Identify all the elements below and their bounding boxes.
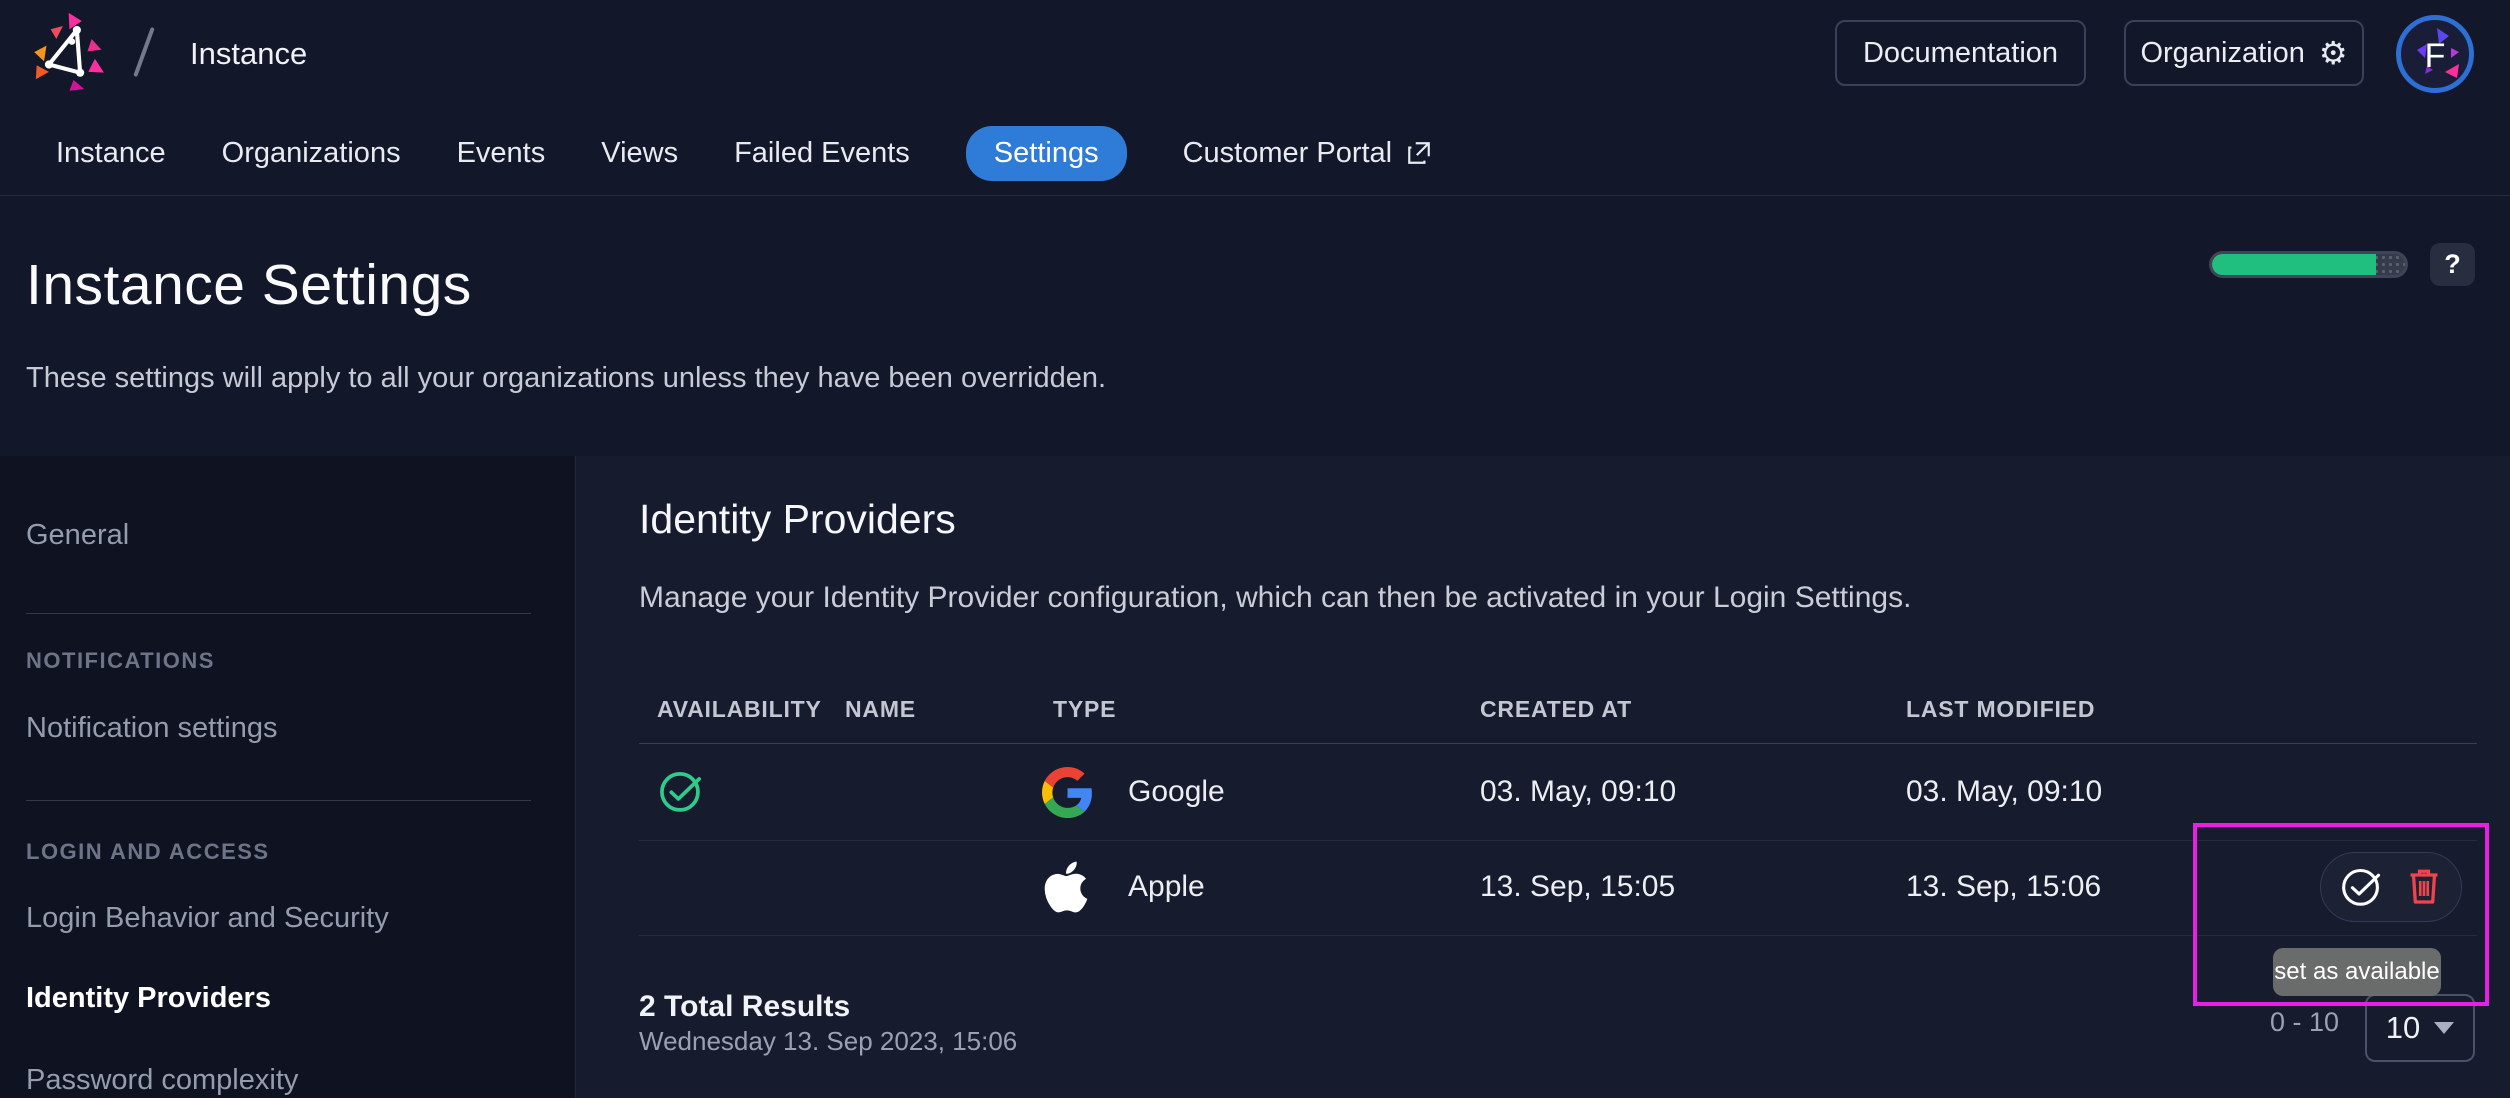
sidebar-divider <box>26 800 531 801</box>
set-available-button[interactable] <box>2340 865 2384 909</box>
user-avatar[interactable]: F <box>2396 15 2474 93</box>
last-modified-cell: 03. May, 09:10 <box>1906 775 2103 808</box>
type-cell: Google <box>1128 775 1225 808</box>
tab-organizations[interactable]: Organizations <box>222 137 401 170</box>
col-created-at: CREATED AT <box>1480 696 1632 722</box>
last-modified-cell: 13. Sep, 15:06 <box>1906 870 2102 903</box>
tab-events[interactable]: Events <box>457 137 546 170</box>
zitadel-console: { "topbar": { "breadcrumb": "Instance", … <box>0 0 2510 1098</box>
created-at-cell: 03. May, 09:10 <box>1480 775 1677 808</box>
gear-icon: ⚙ <box>2318 34 2348 72</box>
help-button[interactable]: ? <box>2430 243 2475 286</box>
help-button-label: ? <box>2444 249 2461 279</box>
sidebar-item-general[interactable]: General <box>26 519 129 552</box>
table-row-google[interactable]: Google 03. May, 09:10 03. May, 09:10 <box>639 744 2477 840</box>
sidebar-item-login-behavior[interactable]: Login Behavior and Security <box>26 902 389 935</box>
tab-customer-portal-label: Customer Portal <box>1182 136 1393 169</box>
quota-progress-bar <box>2209 251 2408 278</box>
delete-icon <box>2410 869 2438 904</box>
col-type: TYPE <box>1053 696 1117 722</box>
tab-instance[interactable]: Instance <box>56 137 166 170</box>
dropdown-caret-icon <box>2434 1022 2455 1034</box>
sidebar-group-login-and-access: LOGIN AND ACCESS <box>26 839 270 864</box>
breadcrumb: Instance <box>190 36 308 71</box>
nav-tabs: Instance Organizations Events Views Fail… <box>56 110 1432 196</box>
zitadel-logo-icon[interactable] <box>26 12 108 94</box>
tab-failed-events[interactable]: Failed Events <box>734 137 910 170</box>
page-subtitle: These settings will apply to all your or… <box>26 362 1107 394</box>
created-at-cell: 13. Sep, 15:05 <box>1480 870 1676 903</box>
col-name: NAME <box>845 696 916 722</box>
col-last-modified: LAST MODIFIED <box>1906 696 2096 722</box>
type-cell: Apple <box>1128 870 1205 903</box>
row-actions <box>2320 852 2462 922</box>
sidebar-item-notification-settings[interactable]: Notification settings <box>26 712 277 745</box>
table-bottom-divider <box>639 935 2477 936</box>
tab-organizations-label: Organizations <box>221 136 401 169</box>
breadcrumb-slash <box>133 26 155 78</box>
tab-views-label: Views <box>601 136 679 169</box>
sidebar-group-notifications: NOTIFICATIONS <box>26 648 215 673</box>
set-available-icon <box>2342 868 2381 906</box>
tab-settings[interactable]: Settings <box>965 125 1127 181</box>
sidebar-item-identity-providers[interactable]: Identity Providers <box>26 982 271 1015</box>
page-size-dropdown[interactable]: 10 <box>2365 994 2475 1062</box>
pagination-range: 0 - 10 <box>2270 1007 2340 1037</box>
tab-failed-events-label: Failed Events <box>734 136 910 169</box>
organization-button[interactable]: Organization ⚙ <box>2124 20 2364 86</box>
settings-sidebar: General NOTIFICATIONS Notification setti… <box>0 456 576 1098</box>
page-size-value: 10 <box>2385 1010 2421 1045</box>
google-logo-icon <box>1042 767 1092 818</box>
tab-customer-portal[interactable]: Customer Portal <box>1183 137 1433 170</box>
quota-progress-fill <box>2212 254 2377 275</box>
results-timestamp: Wednesday 13. Sep 2023, 15:06 <box>639 1026 1018 1056</box>
total-results: 2 Total Results <box>639 990 851 1023</box>
delete-button[interactable] <box>2406 867 2442 907</box>
avatar-initial: F <box>2424 37 2446 75</box>
instance-nav: Instance Organizations Events Views Fail… <box>0 110 2510 286</box>
external-link-icon <box>1408 142 1430 164</box>
documentation-button-label: Documentation <box>1862 36 2059 69</box>
section-description: Manage your Identity Provider configurat… <box>639 581 1912 614</box>
documentation-button[interactable]: Documentation <box>1835 20 2086 86</box>
top-bar: Instance Documentation Organization ⚙ F <box>0 0 2510 110</box>
tooltip-text: set as available <box>2274 958 2440 985</box>
identity-providers-panel: Identity Providers Manage your Identity … <box>576 456 2510 1098</box>
col-availability: AVAILABILITY <box>657 696 822 722</box>
section-heading: Identity Providers <box>639 496 956 542</box>
set-available-tooltip: set as available <box>2273 948 2441 996</box>
tab-events-label: Events <box>456 136 546 169</box>
tab-instance-label: Instance <box>56 136 166 169</box>
organization-button-label: Organization <box>2140 36 2305 69</box>
table-row-apple[interactable]: Apple 13. Sep, 15:05 13. Sep, 15:06 <box>639 841 2477 935</box>
sidebar-divider <box>26 613 531 614</box>
sidebar-item-password-complexity[interactable]: Password complexity <box>26 1064 298 1097</box>
tab-settings-label: Settings <box>993 136 1099 169</box>
tab-views[interactable]: Views <box>601 137 678 170</box>
page-title: Instance Settings <box>26 253 472 317</box>
apple-logo-icon <box>1044 861 1088 913</box>
available-check-icon <box>660 772 701 812</box>
